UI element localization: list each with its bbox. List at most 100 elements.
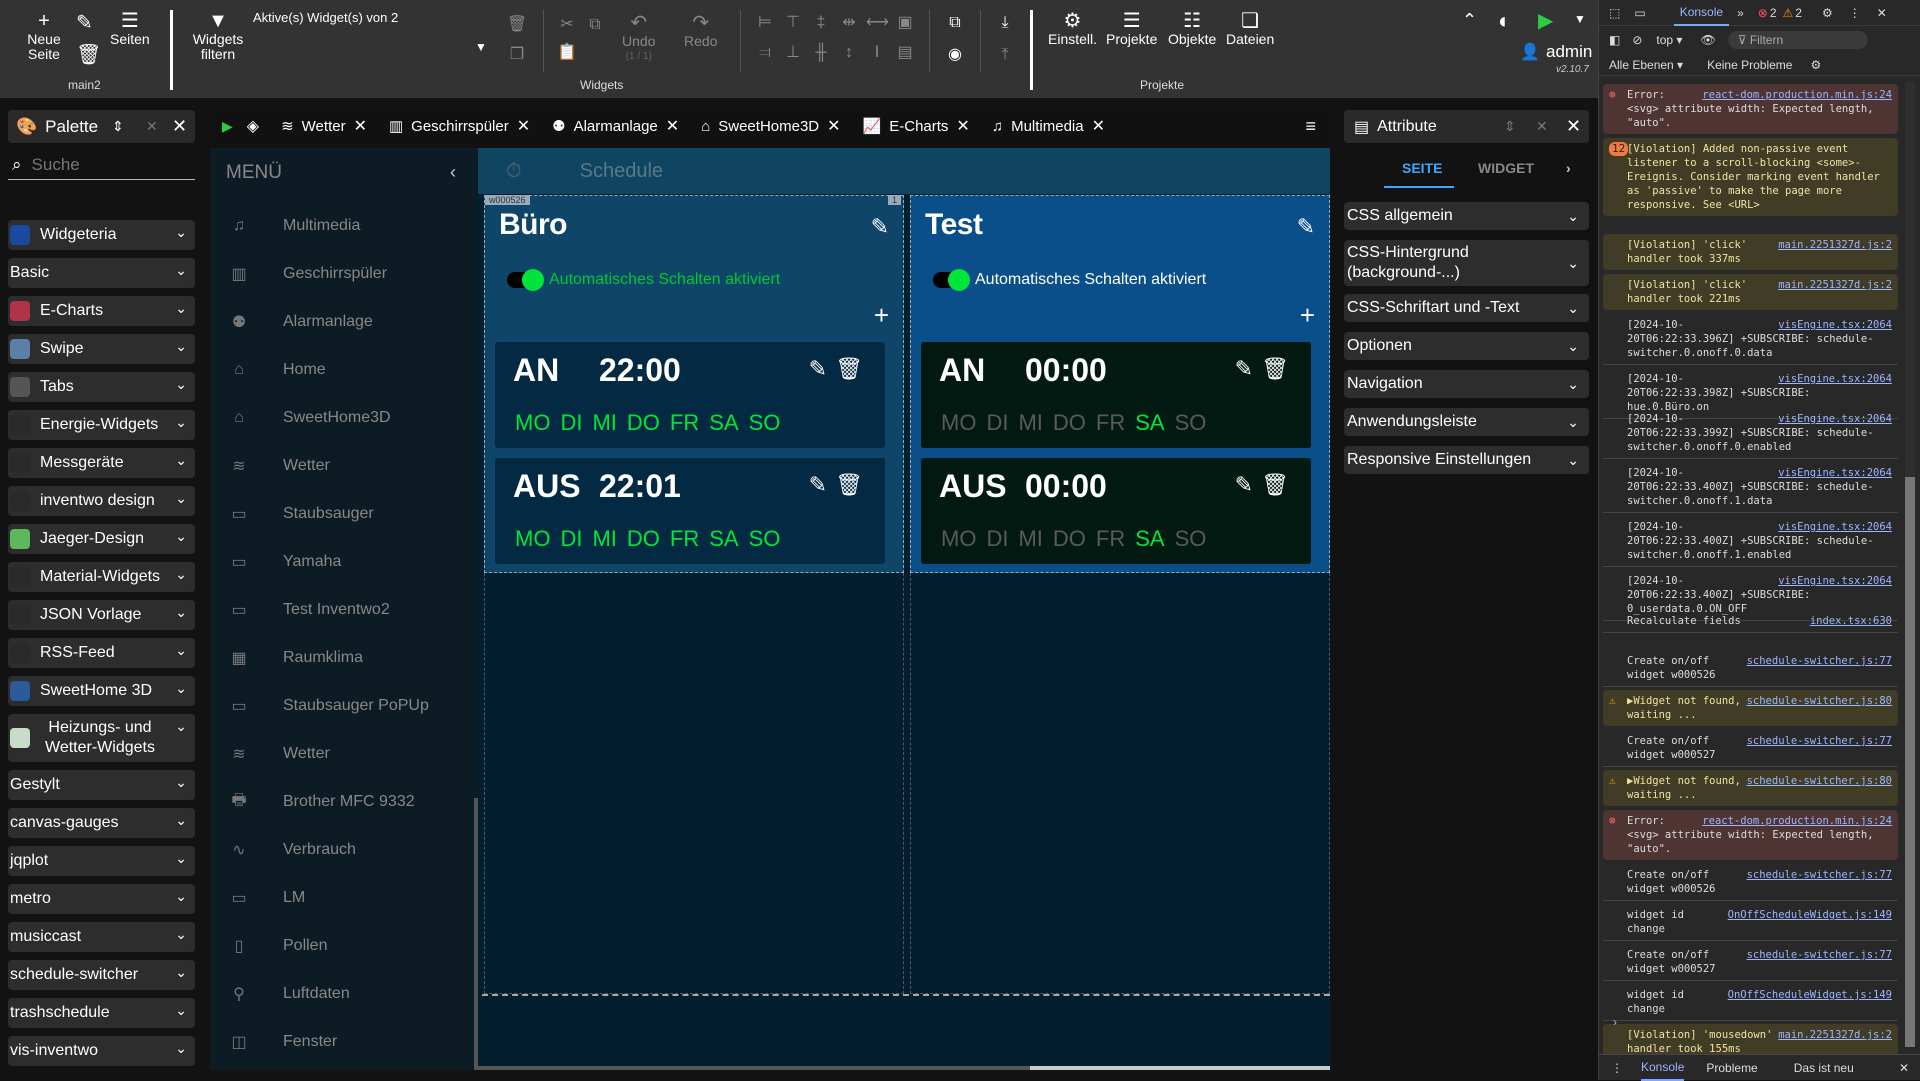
- console-message[interactable]: schedule-switcher.js:77 Create on/off wid…: [1603, 864, 1898, 901]
- palette-group[interactable]: schedule-switcher ⌄: [8, 960, 195, 990]
- console-settings-icon[interactable]: ⚙: [1810, 58, 1821, 72]
- console-message[interactable]: ⊗ react-dom.production.min.js:24 Error: <s…: [1603, 810, 1898, 860]
- console-message[interactable]: index.tsx:630 Recalculate fields: [1603, 610, 1898, 633]
- distribute-v-icon[interactable]: ↕: [838, 42, 860, 64]
- collapse-all-icon[interactable]: ✕: [1536, 118, 1548, 135]
- source-link[interactable]: visEngine.tsx:2064: [1778, 466, 1892, 480]
- user-name[interactable]: admin: [1546, 42, 1592, 62]
- menu-item[interactable]: ▭ Staubsauger PoPUp: [210, 686, 478, 726]
- attribute-section[interactable]: CSS-Hintergrund (background-...) ⌄: [1344, 240, 1589, 286]
- close-tab-icon[interactable]: ✕: [956, 116, 969, 136]
- palette-group[interactable]: Gestylt ⌄: [8, 770, 195, 800]
- palette-group[interactable]: Jaeger-Design ⌄: [8, 524, 195, 554]
- console-message[interactable]: ⚠ schedule-switcher.js:80 ▶Widget not foun…: [1603, 770, 1898, 806]
- delete-entry-icon[interactable]: 🗑: [1261, 356, 1289, 382]
- palette-group[interactable]: JSON Vorlage ⌄: [8, 600, 195, 630]
- issues-button[interactable]: Keine Probleme: [1707, 58, 1792, 72]
- palette-group[interactable]: Messgeräte ⌄: [8, 448, 195, 478]
- edit-entry-icon[interactable]: ✎: [1235, 472, 1253, 498]
- eye-icon[interactable]: ◉: [944, 44, 966, 66]
- source-link[interactable]: main.2251327d.js:2: [1778, 1028, 1892, 1042]
- palette-group[interactable]: Basic ⌄: [8, 258, 195, 288]
- menu-item[interactable]: ▭ Staubsauger: [210, 494, 478, 534]
- drawer-tab-console[interactable]: Konsole: [1641, 1055, 1685, 1081]
- collapse-all-icon[interactable]: ✕: [146, 118, 158, 135]
- menu-item[interactable]: ♫ Multimedia: [210, 206, 478, 246]
- attribute-section[interactable]: CSS allgemein ⌄: [1344, 202, 1589, 230]
- source-link[interactable]: schedule-switcher.js:80: [1747, 694, 1892, 708]
- add-trigger-icon[interactable]: +: [1300, 302, 1315, 328]
- live-expression-icon[interactable]: 👁: [1700, 33, 1715, 47]
- palette-group[interactable]: Material-Widgets ⌄: [8, 562, 195, 592]
- sidebar-toggle-icon[interactable]: ◧: [1609, 33, 1620, 47]
- close-tab-icon[interactable]: ✕: [517, 116, 530, 136]
- close-attributes-icon[interactable]: ✕: [1566, 116, 1581, 137]
- same-height-icon[interactable]: Ⅰ: [866, 42, 888, 64]
- palette-group[interactable]: Widgeteria ⌄: [8, 220, 195, 250]
- palette-group[interactable]: RSS-Feed ⌄: [8, 638, 195, 668]
- menu-item[interactable]: ≋ Wetter: [210, 734, 478, 774]
- collapse-toolbar-icon[interactable]: ⌃: [1462, 10, 1477, 31]
- palette-group[interactable]: musiccast ⌄: [8, 922, 195, 952]
- context-select[interactable]: top ▾: [1656, 33, 1682, 47]
- layers-icon[interactable]: ◈: [247, 116, 259, 136]
- close-tab-icon[interactable]: ✕: [827, 116, 840, 136]
- auto-switch-toggle[interactable]: [933, 269, 970, 291]
- undo-button[interactable]: ↶ Undo (1 / 1): [622, 12, 655, 64]
- menu-item[interactable]: ◫ Fenster: [210, 1022, 478, 1062]
- source-link[interactable]: visEngine.tsx:2064: [1778, 574, 1892, 588]
- palette-group[interactable]: SweetHome 3D ⌄: [8, 676, 195, 706]
- source-link[interactable]: schedule-switcher.js:80: [1747, 774, 1892, 788]
- delete-entry-icon[interactable]: 🗑: [835, 472, 863, 498]
- console-message[interactable]: ⊗ react-dom.production.min.js:24 Error: <s…: [1603, 84, 1898, 134]
- distribute-h-icon[interactable]: ⇹: [838, 12, 860, 34]
- console-message[interactable]: schedule-switcher.js:77 Create on/off wid…: [1603, 650, 1898, 687]
- pages-button[interactable]: ☰ Seiten: [110, 10, 150, 47]
- source-link[interactable]: main.2251327d.js:2: [1778, 278, 1892, 292]
- tab-page[interactable]: SEITE: [1402, 160, 1442, 176]
- palette-group[interactable]: Heizungs- und Wetter-Widgets ⌄: [8, 714, 195, 762]
- palette-group[interactable]: metro ⌄: [8, 884, 195, 914]
- auto-switch-toggle[interactable]: [507, 269, 544, 291]
- duplicate-icon[interactable]: ⧉: [584, 14, 606, 36]
- collapse-menu-icon[interactable]: ‹: [450, 162, 456, 183]
- more-tabs-icon[interactable]: »: [1737, 6, 1744, 20]
- console-scrollbar[interactable]: [1905, 82, 1915, 1047]
- source-link[interactable]: visEngine.tsx:2064: [1778, 520, 1892, 534]
- tab-page[interactable]: ≋ Wetter ✕: [281, 116, 367, 136]
- menu-item[interactable]: ▭ Test Inventwo2: [210, 590, 478, 630]
- bring-front-icon[interactable]: ▣: [894, 12, 916, 34]
- source-link[interactable]: react-dom.production.min.js:24: [1702, 88, 1892, 102]
- export-icon[interactable]: ⤒: [994, 44, 1016, 66]
- delete-page-button[interactable]: 🗑: [76, 44, 101, 66]
- tab-page[interactable]: ⌂ SweetHome3D ✕: [701, 116, 840, 136]
- delete-entry-icon[interactable]: 🗑: [1261, 472, 1289, 498]
- tab-widget[interactable]: WIDGET: [1478, 160, 1534, 176]
- run-icon[interactable]: ▶: [1538, 8, 1553, 33]
- menu-item[interactable]: ▦ Raumklima: [210, 638, 478, 678]
- source-link[interactable]: OnOffScheduleWidget.js:149: [1728, 908, 1892, 922]
- close-drawer-icon[interactable]: ✕: [1899, 1061, 1909, 1075]
- attribute-section[interactable]: Navigation ⌄: [1344, 370, 1589, 398]
- source-link[interactable]: main.2251327d.js:2: [1778, 238, 1892, 252]
- palette-group[interactable]: Tabs ⌄: [8, 372, 195, 402]
- menu-item[interactable]: ⌂ SweetHome3D: [210, 398, 478, 438]
- send-back-icon[interactable]: ▤: [894, 42, 916, 64]
- menu-item[interactable]: ▯ Pollen: [210, 926, 478, 966]
- source-link[interactable]: schedule-switcher.js:77: [1747, 868, 1892, 882]
- drawer-tab-issues[interactable]: Probleme: [1706, 1061, 1757, 1075]
- projects-button[interactable]: ☰ Projekte: [1106, 10, 1157, 47]
- edit-entry-icon[interactable]: ✎: [809, 356, 827, 382]
- console-message[interactable]: 12 [Violation] Added non-passive event li…: [1603, 138, 1898, 216]
- align-bottom-icon[interactable]: ⊥: [782, 42, 804, 64]
- console-message[interactable]: ⚠ schedule-switcher.js:80 ▶Widget not foun…: [1603, 690, 1898, 726]
- palette-group[interactable]: Swipe ⌄: [8, 334, 195, 364]
- edit-entry-icon[interactable]: ✎: [809, 472, 827, 498]
- run-dropdown-icon[interactable]: ▼: [1574, 12, 1586, 26]
- attribute-section[interactable]: Anwendungsleiste ⌄: [1344, 408, 1589, 436]
- console-message[interactable]: OnOffScheduleWidget.js:149 widget id chan…: [1603, 984, 1898, 1021]
- settings-button[interactable]: ⚙ Einstell.: [1048, 10, 1097, 47]
- expand-all-icon[interactable]: ⇕: [112, 118, 124, 135]
- source-link[interactable]: visEngine.tsx:2064: [1778, 412, 1892, 426]
- menu-item[interactable]: ∿ Verbrauch: [210, 830, 478, 870]
